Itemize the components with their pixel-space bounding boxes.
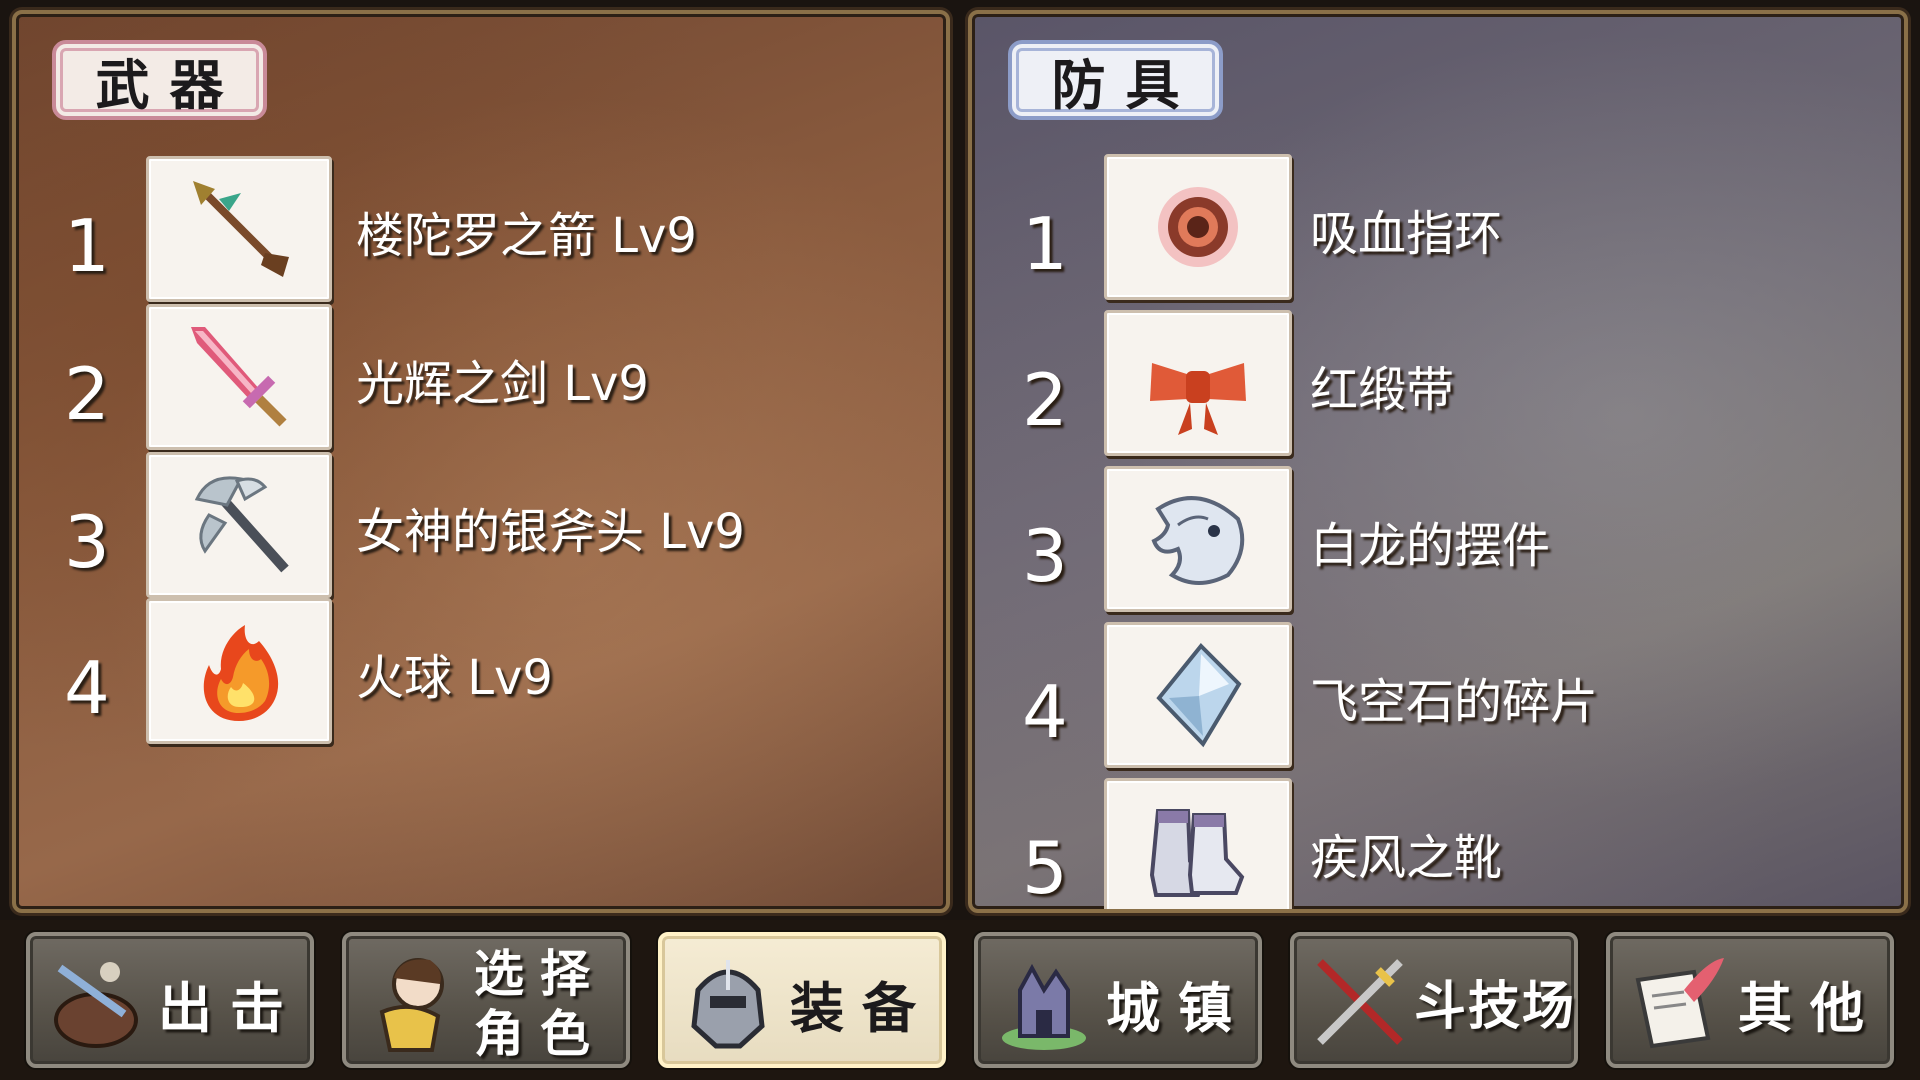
item-name: 光辉之剑 Lv9 [356,356,649,412]
item-icon-frame[interactable] [146,304,332,450]
weapons-panel: 武器 1 楼陀罗之箭 Lv9 2 光辉之剑 Lv9 3 女神的银斧头 Lv9 4… [12,10,950,913]
item-number: 2 [64,352,110,436]
arena-label: 斗技场 [1414,977,1577,1037]
item-number: 4 [64,646,110,730]
item-icon-frame[interactable] [1104,154,1292,300]
armor-slot-2[interactable]: 2 红缎带 [972,310,1904,460]
town-castle-icon [988,946,1100,1058]
character-icon [356,946,468,1058]
item-number: 1 [1022,202,1068,286]
item-name: 女神的银斧头 Lv9 [356,504,745,560]
item-icon-frame[interactable] [1104,622,1292,768]
other-button[interactable]: 其他 [1606,932,1894,1068]
weapon-slot-2[interactable]: 2 光辉之剑 Lv9 [16,304,946,454]
select-label-line1: 选择 [474,945,606,1003]
other-label: 其他 [1738,977,1882,1040]
arena-button[interactable]: 斗技场 [1290,932,1578,1068]
red-ribbon-icon [1150,363,1246,435]
pink-sword-icon [191,327,287,427]
item-number: 3 [1022,514,1068,598]
item-icon-frame[interactable] [1104,778,1292,909]
item-name: 火球 Lv9 [356,650,553,706]
item-icon-frame[interactable] [146,452,332,598]
white-dragon-icon [1151,496,1245,585]
silver-axe-icon [194,476,289,573]
item-number: 1 [64,204,110,288]
arrow-icon [193,181,289,277]
weapon-slot-4[interactable]: 4 火球 Lv9 [16,598,946,748]
item-number: 4 [1022,670,1068,754]
select-label-line2: 角色 [474,1005,606,1063]
boots-icon [1149,809,1245,897]
weapon-slot-1[interactable]: 1 楼陀罗之箭 Lv9 [16,156,946,306]
crossed-swords-icon [1304,946,1416,1058]
item-icon-frame[interactable] [146,156,332,302]
armor-panel: 防具 1 吸血指环 2 红缎带 3 白龙的摆件 4 飞空石的碎片 5 疾风之靴 [968,10,1908,913]
sortie-button[interactable]: 出击 [26,932,314,1068]
item-name: 疾风之靴 [1310,830,1503,886]
armor-slot-5[interactable]: 5 疾风之靴 [972,778,1904,910]
equipment-button[interactable]: 装备 [658,932,946,1068]
scroll-quill-icon [1620,946,1732,1058]
select-character-label: 选择 角色 [474,944,616,1064]
item-number: 2 [1022,358,1068,442]
item-number: 3 [64,500,110,584]
equipment-label: 装备 [790,977,934,1040]
armor-title: 防具 [1008,40,1223,120]
town-label: 城镇 [1106,977,1250,1040]
item-name: 红缎带 [1310,362,1455,418]
item-icon-frame[interactable] [146,598,332,744]
item-icon-frame[interactable] [1104,466,1292,612]
item-name: 楼陀罗之箭 Lv9 [356,208,697,264]
weapons-title: 武器 [52,40,267,120]
ring-icon [1158,187,1238,267]
select-character-button[interactable]: 选择 角色 [342,932,630,1068]
weapon-slot-3[interactable]: 3 女神的银斧头 Lv9 [16,452,946,602]
armor-helmet-icon [672,946,784,1058]
sortie-label: 出击 [158,977,302,1040]
crystal-shard-icon [1156,643,1242,748]
item-name: 白龙的摆件 [1310,518,1551,574]
item-icon-frame[interactable] [1104,310,1292,456]
fireball-icon [203,625,279,721]
item-number: 5 [1022,826,1068,910]
town-button[interactable]: 城镇 [974,932,1262,1068]
armor-slot-3[interactable]: 3 白龙的摆件 [972,466,1904,616]
cauldron-icon [40,946,152,1058]
item-name: 飞空石的碎片 [1310,674,1599,730]
armor-slot-1[interactable]: 1 吸血指环 [972,154,1904,304]
armor-slot-4[interactable]: 4 飞空石的碎片 [972,622,1904,772]
item-name: 吸血指环 [1310,206,1503,262]
